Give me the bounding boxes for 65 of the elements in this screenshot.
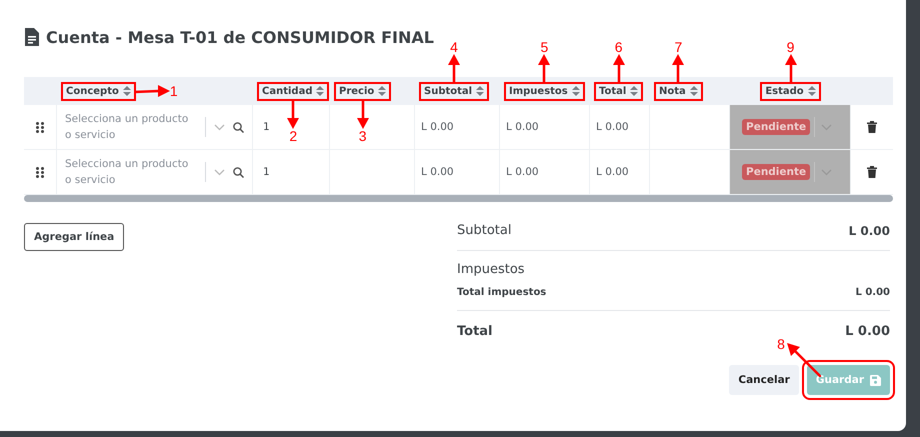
column-header[interactable]: Nota xyxy=(656,84,701,98)
annotation-number: 1 xyxy=(170,84,178,98)
summary-heading: Impuestos xyxy=(457,262,526,277)
column-header[interactable]: Impuestos xyxy=(506,84,583,98)
save-icon xyxy=(870,374,881,386)
annotation-arrow xyxy=(448,54,460,84)
summary-label: Subtotal xyxy=(457,223,512,238)
chevron-down-icon[interactable] xyxy=(214,168,225,176)
scrollbar[interactable] xyxy=(24,195,893,202)
sort-icon[interactable] xyxy=(378,86,386,96)
status-badge: Pendiente xyxy=(742,164,810,180)
annotation-number: 8 xyxy=(777,337,785,351)
summary-value: L 0.00 xyxy=(845,324,890,339)
dialog-title: Cuenta - Mesa T-01 de CONSUMIDOR FINAL xyxy=(46,28,434,46)
annotation-number: 5 xyxy=(540,40,548,54)
sort-icon[interactable] xyxy=(630,86,638,96)
column-header[interactable]: Total xyxy=(596,84,642,98)
sort-icon[interactable] xyxy=(476,86,484,96)
annotation-number: 7 xyxy=(674,40,682,54)
chevron-down-icon[interactable] xyxy=(214,124,225,130)
table-cell: L 0.00 xyxy=(506,166,539,178)
status-badge: Pendiente xyxy=(742,119,810,135)
sort-icon[interactable] xyxy=(316,86,324,96)
annotation-arrow xyxy=(612,54,625,84)
annotation-arrow xyxy=(134,85,170,97)
annotation-arrow xyxy=(786,343,821,377)
annotation-number: 6 xyxy=(614,40,623,54)
trash-icon[interactable] xyxy=(867,166,877,178)
table-cell: L 0.00 xyxy=(421,166,454,178)
column-header[interactable]: Precio xyxy=(336,84,390,98)
drag-handle-icon[interactable] xyxy=(36,166,44,178)
table-cell: L 0.00 xyxy=(596,121,629,133)
annotation-number: 2 xyxy=(289,128,298,142)
search-icon[interactable] xyxy=(233,166,244,178)
search-icon[interactable] xyxy=(233,122,244,132)
summary-value: L 0.00 xyxy=(848,224,890,238)
column-header[interactable]: Estado xyxy=(762,84,819,98)
table-cell: L 0.00 xyxy=(421,121,454,133)
quantity-field[interactable]: 1 xyxy=(259,164,274,180)
drag-handle-icon[interactable] xyxy=(36,122,44,132)
cancel-button[interactable]: Cancelar xyxy=(729,365,799,395)
annotation-arrow xyxy=(784,54,796,84)
document-icon xyxy=(24,28,39,46)
column-header[interactable]: Cantidad xyxy=(259,84,328,98)
table-cell: L 0.00 xyxy=(506,121,539,133)
annotation-arrow xyxy=(356,98,369,128)
quantity-field[interactable]: 1 xyxy=(259,119,274,135)
annotation-number: 4 xyxy=(450,40,458,54)
table-cell: L 0.00 xyxy=(596,166,629,178)
summary-label: Total xyxy=(457,324,493,339)
annotation-arrow xyxy=(672,54,684,84)
column-header[interactable]: Concepto xyxy=(63,84,134,98)
add-line-button[interactable]: Agregar línea xyxy=(24,223,124,251)
sort-icon[interactable] xyxy=(122,86,131,96)
column-header[interactable]: Subtotal xyxy=(421,84,488,98)
summary-label: Total impuestos xyxy=(457,287,546,298)
annotation-number: 3 xyxy=(358,128,367,142)
sort-icon[interactable] xyxy=(690,86,698,96)
annotation-number: 9 xyxy=(786,40,794,54)
summary-value: L 0.00 xyxy=(855,287,890,298)
annotation-arrow xyxy=(538,54,550,84)
sort-icon[interactable] xyxy=(572,86,580,96)
trash-icon[interactable] xyxy=(867,121,877,133)
sort-icon[interactable] xyxy=(808,86,816,96)
annotation-arrow xyxy=(287,98,300,128)
